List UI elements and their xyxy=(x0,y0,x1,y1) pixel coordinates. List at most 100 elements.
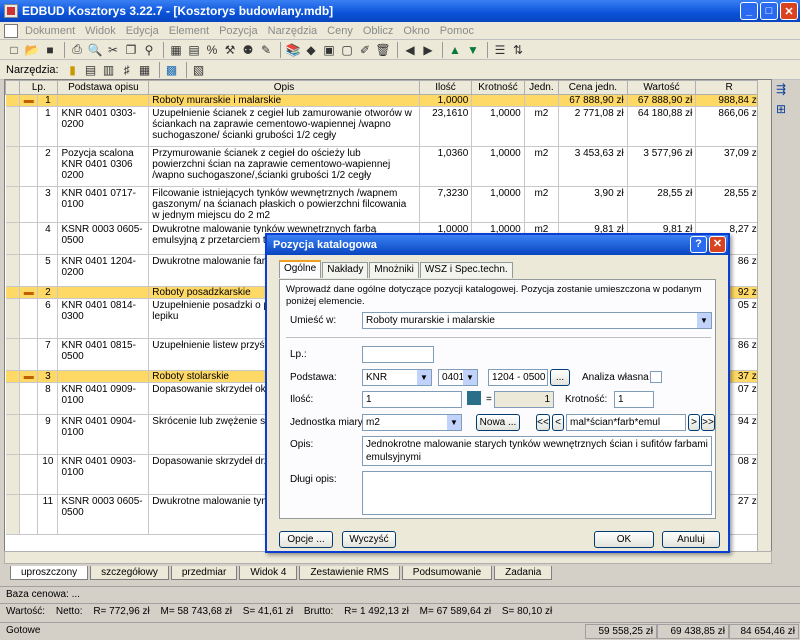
delete-icon[interactable]: 🗑 xyxy=(375,42,391,58)
wyczysc-button[interactable]: Wyczyść xyxy=(342,531,396,548)
catalog-icon[interactable]: ▥ xyxy=(101,62,117,78)
tab-przedmiar[interactable]: przedmiar xyxy=(170,566,238,580)
cell-ilosc[interactable]: 1,0360 xyxy=(419,146,473,187)
tab-widok4[interactable]: Widok 4 xyxy=(239,566,298,580)
nowa-button[interactable]: Nowa ... xyxy=(476,414,520,431)
row-marker[interactable] xyxy=(19,382,39,415)
cell-lp[interactable]: 11 xyxy=(37,494,59,535)
calculator-small-icon[interactable] xyxy=(467,391,481,405)
cell-opis[interactable]: Roboty murarskie i malarskie xyxy=(148,94,420,107)
cell-jedn[interactable]: m2 xyxy=(524,106,560,147)
cell-lp[interactable]: 1 xyxy=(37,106,59,147)
cell-jedn[interactable]: m2 xyxy=(524,186,560,223)
cell-ilosc[interactable]: 1,0000 xyxy=(419,94,473,107)
next-button[interactable]: > xyxy=(688,414,700,431)
cell-podstawa[interactable]: Pozycja scalona KNR 0401 0306 0200 xyxy=(57,146,150,187)
cell-wartosc[interactable]: 67 888,90 zł xyxy=(627,94,697,107)
element-icon[interactable]: ◆ xyxy=(303,42,319,58)
menu-ceny[interactable]: Oblicz xyxy=(358,25,399,37)
cell-cena[interactable]: 3,90 zł xyxy=(558,186,628,223)
cell-podstawa[interactable]: KNR 0401 0814-0300 xyxy=(57,298,150,339)
row-marker[interactable] xyxy=(19,106,39,147)
structure-icon[interactable]: ♯ xyxy=(119,62,135,78)
cell-ilosc[interactable]: 7,3230 xyxy=(419,186,473,223)
tab-mnozniki[interactable]: Mnożniki xyxy=(369,262,419,278)
brush-icon[interactable]: ✎ xyxy=(258,42,274,58)
cell-podstawa[interactable]: KNR 0401 0903-0100 xyxy=(57,454,150,495)
opcje-button[interactable]: Opcje ... xyxy=(279,531,333,548)
arrow-left-icon[interactable]: ◀ xyxy=(402,42,418,58)
cell-jedn[interactable]: m2 xyxy=(524,146,560,187)
cell-cena[interactable]: 67 888,90 zł xyxy=(558,94,628,107)
cell-opis[interactable]: Uzupełnienie ścianek z cegieł lub zamuro… xyxy=(148,106,420,147)
cell-lp[interactable]: 5 xyxy=(37,254,59,287)
table-row[interactable]: 2 Pozycja scalona KNR 0401 0306 0200 Przym… xyxy=(5,146,763,187)
database-icon[interactable]: ▮ xyxy=(65,62,81,78)
tree-icon[interactable]: ▤ xyxy=(83,62,99,78)
save-icon[interactable]: ■ xyxy=(42,42,58,58)
menu-narzedzia[interactable]: Ceny xyxy=(322,25,358,37)
cell-podstawa[interactable]: KNR 0401 0303-0200 xyxy=(57,106,150,147)
move-down-icon[interactable]: ▼ xyxy=(465,42,481,58)
cell-lp[interactable]: 1 xyxy=(37,94,59,107)
grid-view-icon[interactable]: ⊞ xyxy=(776,102,792,118)
table-icon[interactable]: ▤ xyxy=(186,42,202,58)
cell-cena[interactable]: 3 453,63 zł xyxy=(558,146,628,187)
ok-button[interactable]: OK xyxy=(594,531,654,548)
cell-r[interactable]: 988,84 zł xyxy=(695,94,763,107)
ilosc-input[interactable]: 1 xyxy=(362,391,462,408)
cell-lp[interactable]: 3 xyxy=(37,370,59,383)
jm-select[interactable]: m2 xyxy=(362,414,462,431)
cell-r[interactable]: 37,09 zł xyxy=(695,146,763,187)
cell-jedn[interactable] xyxy=(524,94,560,107)
cell-lp[interactable]: 10 xyxy=(37,454,59,495)
header-r[interactable]: R xyxy=(695,80,763,95)
cell-podstawa[interactable]: KNR 0401 1204-0200 xyxy=(57,254,150,287)
sort-icon[interactable]: ⇅ xyxy=(510,42,526,58)
cell-podstawa[interactable]: KSNR 0003 0605-0500 xyxy=(57,494,150,535)
tab-ogolne[interactable]: Ogólne xyxy=(279,260,322,278)
browse-button[interactable]: ... xyxy=(550,369,570,386)
insert-icon[interactable]: ▣ xyxy=(321,42,337,58)
unit-search-input[interactable]: mal*ścian*farb*emul xyxy=(566,414,686,431)
row-marker[interactable]: ▬ xyxy=(19,286,39,299)
report-icon[interactable]: ▦ xyxy=(137,62,153,78)
percent-icon[interactable]: % xyxy=(204,42,220,58)
tab-uproszczony[interactable]: uproszczony xyxy=(10,566,89,580)
cut-icon[interactable]: ✂ xyxy=(105,42,121,58)
cell-r[interactable]: 866,06 zł xyxy=(695,106,763,147)
tab-zestawienie-rms[interactable]: Zestawienie RMS xyxy=(299,566,400,580)
menu-okno[interactable]: Pomoc xyxy=(435,25,479,37)
cell-wartosc[interactable]: 64 180,88 zł xyxy=(627,106,697,147)
krotnosc-input[interactable]: 1 xyxy=(614,391,654,408)
header-krotnosc[interactable]: Krotność xyxy=(471,80,525,95)
cell-podstawa[interactable]: KNR 0401 0717-0100 xyxy=(57,186,150,223)
header-lp[interactable]: Lp. xyxy=(19,80,59,95)
vertical-scrollbar[interactable] xyxy=(757,80,771,563)
row-marker[interactable] xyxy=(19,338,39,371)
podstawa-position-input[interactable]: 1204 - 0500 xyxy=(488,369,548,386)
cell-opis[interactable]: Filcowanie istniejących tynków wewnętrzn… xyxy=(148,186,420,223)
cell-lp[interactable]: 2 xyxy=(37,286,59,299)
table-row[interactable]: 1 KNR 0401 0303-0200 Uzupełnienie ścianek … xyxy=(5,106,763,147)
anuluj-button[interactable]: Anuluj xyxy=(662,531,720,548)
header-cena[interactable]: Cena jedn. xyxy=(558,80,628,95)
tab-szczegolowy[interactable]: szczegółowy xyxy=(90,566,169,580)
cell-wartosc[interactable]: 3 577,96 zł xyxy=(627,146,697,187)
dialog-close-button[interactable]: ✕ xyxy=(709,236,726,253)
print-icon[interactable]: ⎙ xyxy=(69,42,85,58)
row-marker[interactable]: ▬ xyxy=(19,370,39,383)
menu-pozycja[interactable]: Pozycja xyxy=(214,25,263,37)
header-jedn[interactable]: Jedn. xyxy=(523,80,560,95)
header-ilosc[interactable]: Ilość xyxy=(418,80,473,95)
tab-wsz[interactable]: WSZ i Spec.techn. xyxy=(419,262,513,278)
podstawa-catalog-select[interactable]: KNR xyxy=(362,369,432,386)
cell-lp[interactable]: 6 xyxy=(37,298,59,339)
cell-lp[interactable]: 2 xyxy=(37,146,59,187)
cell-r[interactable]: 28,55 zł xyxy=(695,186,763,223)
cell-cena[interactable]: 2 771,08 zł xyxy=(558,106,628,147)
cell-podstawa[interactable] xyxy=(57,286,150,299)
cell-podstawa[interactable] xyxy=(57,94,150,107)
menu-element[interactable]: Element xyxy=(164,25,214,37)
cell-lp[interactable]: 3 xyxy=(37,186,59,223)
